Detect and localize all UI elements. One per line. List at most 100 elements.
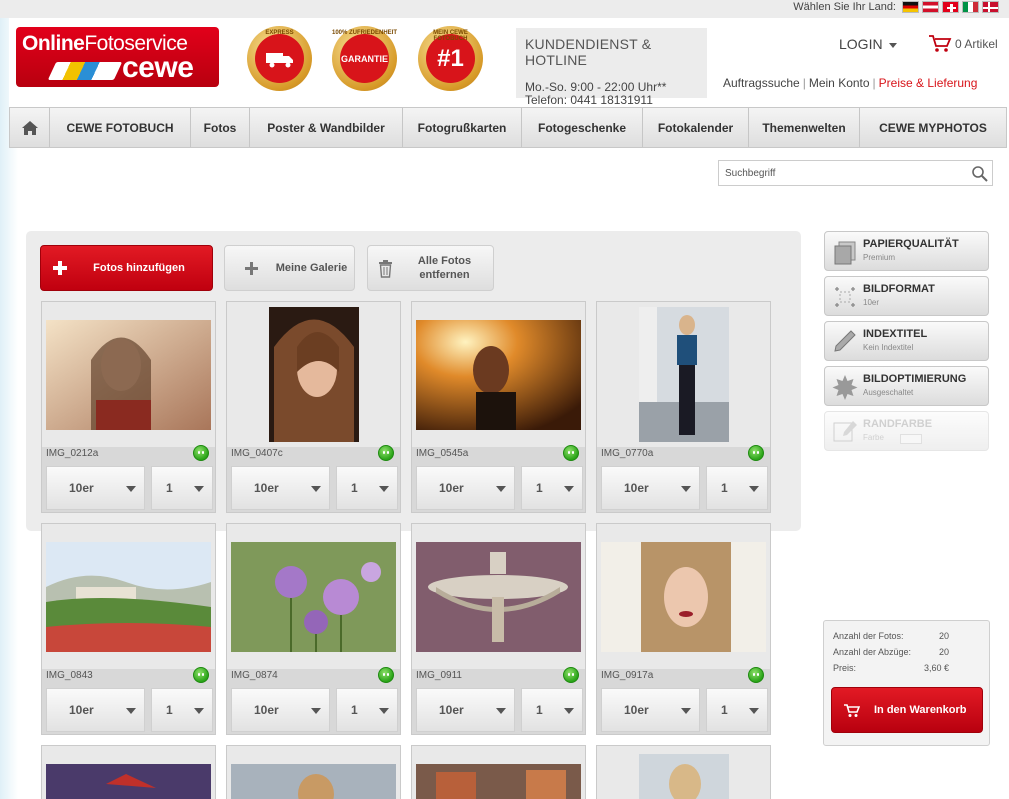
option-index-title[interactable]: INDEXTITEL Kein Indextitel bbox=[824, 321, 989, 361]
chevron-down-icon bbox=[194, 486, 204, 492]
prints-count-value: 20 bbox=[938, 647, 949, 657]
home-icon bbox=[21, 120, 38, 135]
option-image-format[interactable]: BILDFORMAT 10er bbox=[824, 276, 989, 316]
nav-cewe-myphotos[interactable]: CEWE MYPHOTOS bbox=[860, 108, 1006, 147]
quantity-select[interactable]: 1 bbox=[521, 688, 583, 732]
main-nav: CEWE FOTOBUCH Fotos Poster & Wandbilder … bbox=[9, 107, 1007, 148]
price-value: 3,60 € bbox=[923, 663, 949, 673]
format-select[interactable]: 10er bbox=[46, 466, 145, 510]
photo-card[interactable]: IMG_0770a 10er 1 bbox=[596, 301, 771, 513]
photo-thumbnail bbox=[46, 319, 211, 430]
quantity-select[interactable]: 1 bbox=[521, 466, 583, 510]
chevron-down-icon bbox=[749, 708, 759, 714]
format-select[interactable]: 10er bbox=[46, 688, 145, 732]
flag-it-icon[interactable] bbox=[962, 1, 979, 13]
garantie-badge: 100% ZUFRIEDENHEIT GARANTIE bbox=[332, 26, 397, 91]
photo-thumbnail bbox=[231, 541, 396, 652]
nav-fotogrusskarten[interactable]: Fotogrußkarten bbox=[403, 108, 522, 147]
chevron-down-icon bbox=[496, 708, 506, 714]
hotline-phone: Telefon: 0441 18131911 bbox=[525, 93, 653, 107]
quality-ok-icon bbox=[193, 445, 209, 461]
format-select[interactable]: 10er bbox=[416, 688, 515, 732]
photo-card[interactable] bbox=[596, 745, 771, 799]
format-select[interactable]: 10er bbox=[416, 466, 515, 510]
format-select[interactable]: 10er bbox=[231, 688, 330, 732]
photo-thumbnail bbox=[46, 764, 211, 799]
nav-home[interactable] bbox=[10, 108, 50, 147]
quality-ok-icon bbox=[563, 445, 579, 461]
site-header: OnlineFotoservice cewe EXPRESS 100% ZUFR… bbox=[9, 18, 1007, 107]
photo-card[interactable]: IMG_0917a 10er 1 bbox=[596, 523, 771, 735]
order-search-link[interactable]: Auftragssuche bbox=[723, 76, 800, 90]
color-swatch bbox=[900, 434, 922, 444]
photo-thumbnail bbox=[601, 541, 766, 652]
add-to-cart-button[interactable]: In den Warenkorb bbox=[831, 687, 983, 733]
option-paper-quality[interactable]: PAPIERQUALITÄT Premium bbox=[824, 231, 989, 271]
add-photos-button[interactable]: Fotos hinzufügen bbox=[40, 245, 213, 291]
quantity-select[interactable]: 1 bbox=[336, 688, 398, 732]
photo-card[interactable] bbox=[411, 745, 586, 799]
flag-dk-icon[interactable] bbox=[982, 1, 999, 13]
photo-thumbnail bbox=[268, 307, 359, 442]
photo-card[interactable]: IMG_0212a 10er 1 bbox=[41, 301, 216, 513]
quantity-select[interactable]: 1 bbox=[706, 688, 768, 732]
hotline-box: KUNDENDIENST & HOTLINE Mo.-So. 9:00 - 22… bbox=[516, 28, 707, 107]
cewe-logo[interactable]: OnlineFotoservice cewe bbox=[16, 27, 219, 87]
nav-fotogeschenke[interactable]: Fotogeschenke bbox=[522, 108, 643, 147]
border-color-icon bbox=[833, 421, 857, 442]
chevron-down-icon bbox=[379, 486, 389, 492]
quantity-select[interactable]: 1 bbox=[151, 466, 213, 510]
chevron-down-icon bbox=[311, 486, 321, 492]
cart-link[interactable]: 0 Artikel bbox=[928, 34, 998, 54]
chevron-down-icon bbox=[379, 708, 389, 714]
nav-cewe-fotobuch[interactable]: CEWE FOTOBUCH bbox=[50, 108, 191, 147]
price-label: Preis: bbox=[833, 663, 857, 673]
pen-icon bbox=[834, 330, 856, 352]
express-truck-icon bbox=[255, 34, 304, 83]
logo-swoosh-icon bbox=[47, 62, 123, 80]
photo-card[interactable]: IMG_0407c 10er 1 bbox=[226, 301, 401, 513]
chevron-down-icon bbox=[311, 708, 321, 714]
photo-card[interactable]: IMG_0545a 10er 1 bbox=[411, 301, 586, 513]
nav-poster[interactable]: Poster & Wandbilder bbox=[250, 108, 403, 147]
photo-card[interactable]: IMG_0911 10er 1 bbox=[411, 523, 586, 735]
format-select[interactable]: 10er bbox=[601, 466, 700, 510]
photo-card[interactable]: IMG_0874 10er 1 bbox=[226, 523, 401, 735]
photo-filename: IMG_0407c bbox=[231, 448, 283, 459]
prices-delivery-link[interactable]: Preise & Lieferung bbox=[879, 76, 978, 90]
quantity-select[interactable]: 1 bbox=[151, 688, 213, 732]
option-image-optimization[interactable]: BILDOPTIMIERUNG Ausgeschaltet bbox=[824, 366, 989, 406]
quantity-select[interactable]: 1 bbox=[336, 466, 398, 510]
chevron-down-icon bbox=[564, 486, 574, 492]
flag-at-icon[interactable] bbox=[922, 1, 939, 13]
nav-fotokalender[interactable]: Fotokalender bbox=[643, 108, 749, 147]
express-service-badge: EXPRESS bbox=[247, 26, 312, 91]
format-select[interactable]: 10er bbox=[231, 466, 330, 510]
photo-card[interactable]: IMG_0843 10er 1 bbox=[41, 523, 216, 735]
format-select[interactable]: 10er bbox=[601, 688, 700, 732]
cart-icon bbox=[844, 704, 860, 717]
nav-fotos[interactable]: Fotos bbox=[191, 108, 250, 147]
chevron-down-icon bbox=[126, 708, 136, 714]
flag-de-icon[interactable] bbox=[902, 1, 919, 13]
my-gallery-button[interactable]: Meine Galerie bbox=[224, 245, 355, 291]
plus-icon bbox=[52, 260, 68, 276]
chevron-down-icon bbox=[194, 708, 204, 714]
flag-ch-icon[interactable] bbox=[942, 1, 959, 13]
remove-all-photos-button[interactable]: Alle Fotos entfernen bbox=[367, 245, 494, 291]
chevron-down-icon bbox=[749, 486, 759, 492]
photo-card[interactable] bbox=[226, 745, 401, 799]
photo-card[interactable] bbox=[41, 745, 216, 799]
login-menu[interactable]: LOGIN bbox=[839, 36, 897, 52]
logo-line2: cewe bbox=[122, 51, 194, 84]
search-input[interactable] bbox=[719, 161, 964, 185]
paper-icon bbox=[834, 241, 856, 265]
nav-themenwelten[interactable]: Themenwelten bbox=[749, 108, 860, 147]
option-border-color: RANDFARBE Farbe bbox=[824, 411, 989, 451]
my-account-link[interactable]: Mein Konto bbox=[809, 76, 870, 90]
photo-thumbnail bbox=[46, 541, 211, 652]
chevron-down-icon bbox=[564, 708, 574, 714]
trash-icon bbox=[379, 260, 392, 278]
search-icon[interactable] bbox=[971, 165, 989, 183]
quantity-select[interactable]: 1 bbox=[706, 466, 768, 510]
